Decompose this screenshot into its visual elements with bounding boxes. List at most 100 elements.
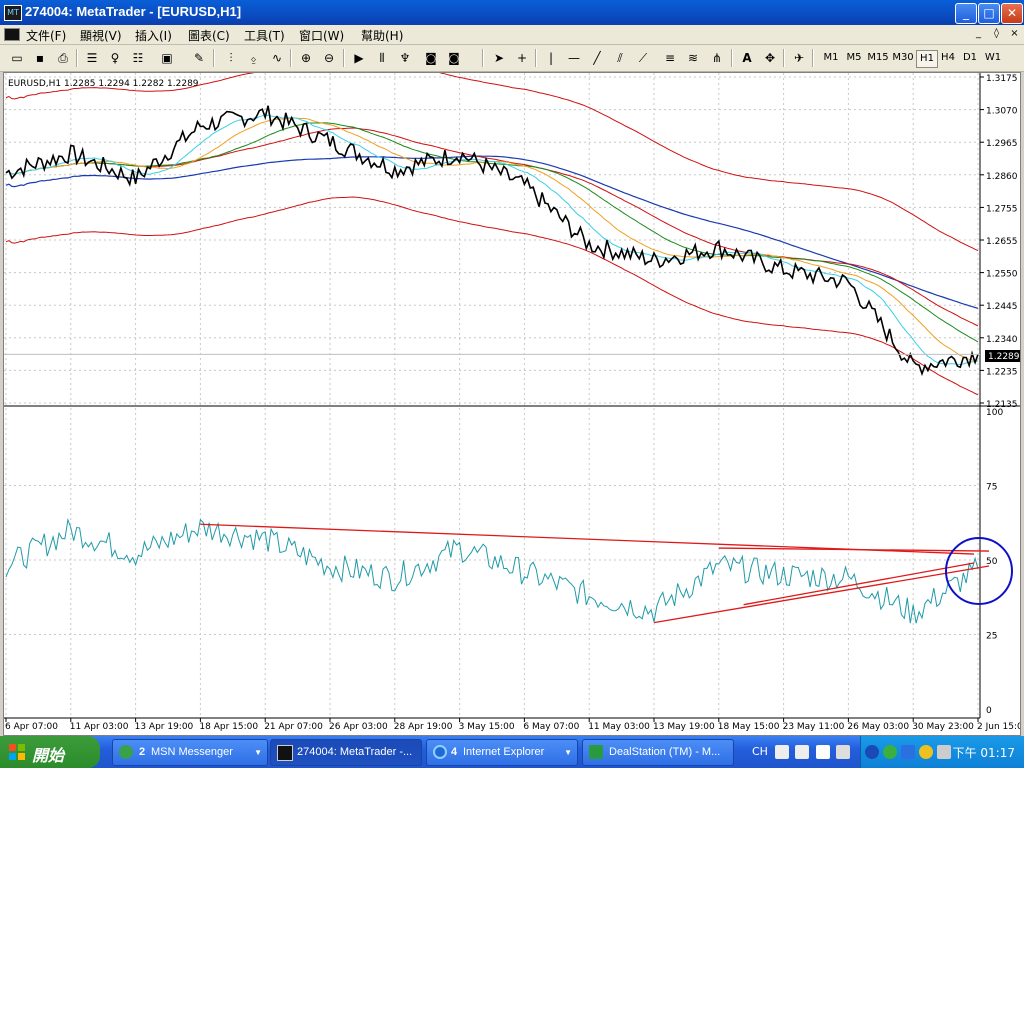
menu-help[interactable]: 幫助(H) [361, 27, 403, 44]
task-dealstation[interactable]: DealStation (TM) - M... [582, 739, 734, 766]
timeframe-m1[interactable]: M1 [820, 50, 842, 66]
crosshair-icon[interactable]: + [513, 49, 531, 67]
volume-icon[interactable] [937, 745, 951, 759]
eurusd-chart[interactable]: EURUSD,H1 1.2285 1.2294 1.2282 1.2289 1.… [4, 73, 1020, 735]
ime-pad-icon[interactable] [816, 745, 830, 759]
menu-window[interactable]: 窗口(W) [299, 27, 344, 44]
vertical-line-icon[interactable]: | [542, 49, 560, 67]
task-label: Internet Explorer [463, 746, 545, 758]
menu-insert[interactable]: 插入(I) [135, 27, 172, 44]
ime-mode-icon[interactable] [795, 745, 809, 759]
time-tick-label: 3 May 15:00 [459, 722, 515, 732]
close-button[interactable]: ✕ [1001, 3, 1023, 24]
language-indicator[interactable]: CH [752, 745, 768, 758]
clock: 下午 01:17 [952, 746, 1015, 760]
security-icon[interactable] [919, 745, 933, 759]
print-icon[interactable]: ⎙ [54, 49, 72, 67]
bar-chart-icon[interactable]: ⫶ [222, 49, 240, 67]
time-tick-label: 18 Apr 15:00 [199, 722, 258, 732]
periods-icon[interactable]: ◙ [422, 49, 440, 67]
menu-view[interactable]: 顯視(V) [80, 27, 122, 44]
minimize-button[interactable]: _ [955, 3, 977, 24]
windows-logo-icon [9, 744, 25, 760]
price-tick-label: 1.2965 [986, 139, 1018, 149]
task-metatrader[interactable]: 274004: MetaTrader -... [270, 739, 422, 766]
title-bar[interactable]: MT 274004: MetaTrader - [EURUSD,H1] _ □ … [0, 0, 1024, 25]
mdi-minimize-button[interactable]: _ [972, 28, 985, 40]
price-tick-label: 1.2655 [986, 237, 1018, 247]
line-chart-icon[interactable]: ∿ [268, 49, 286, 67]
task-label: DealStation (TM) - M... [609, 746, 721, 758]
price-tick-label: 1.2235 [986, 367, 1018, 377]
time-tick-label: 6 Apr 07:00 [5, 722, 58, 732]
maximize-button[interactable]: □ [978, 3, 1000, 24]
period-icon[interactable]: ✈ [790, 49, 808, 67]
timeframe-m5[interactable]: M5 [843, 50, 865, 66]
start-label: 開始 [32, 746, 65, 765]
msn-tray-icon[interactable] [883, 745, 897, 759]
new-file-icon[interactable]: ▭ [8, 49, 26, 67]
envelope-middle-line [5, 127, 979, 327]
time-tick-label: 26 Apr 03:00 [329, 722, 388, 732]
timeframe-h4[interactable]: H4 [938, 50, 958, 66]
market-watch-icon[interactable]: ☰ [83, 49, 101, 67]
mdi-restore-button[interactable]: ◊ [990, 28, 1003, 40]
menu-tools[interactable]: 工具(T) [244, 27, 285, 44]
chevron-down-icon: ▼ [254, 748, 262, 757]
fibo-fan-icon[interactable]: ≋ [684, 49, 702, 67]
ime-settings-icon[interactable] [836, 745, 850, 759]
indicators-icon[interactable]: ♆ [396, 49, 414, 67]
oscillator-tick-label: 100 [986, 408, 1003, 418]
price-tick-label: 1.2860 [986, 172, 1018, 182]
candlestick-icon[interactable]: ⍚ [245, 49, 263, 67]
fibo-arcs-icon[interactable]: ⋔ [708, 49, 726, 67]
menu-file[interactable]: 文件(F) [26, 27, 66, 44]
zoom-in-icon[interactable]: ⊕ [297, 49, 315, 67]
symbol-info: EURUSD,H1 1.2285 1.2294 1.2282 1.2289 [8, 79, 199, 89]
expert-advisors-icon[interactable]: ✎ [190, 49, 208, 67]
tray-expand-icon[interactable] [865, 745, 879, 759]
horizontal-line-icon[interactable]: — [565, 49, 583, 67]
ma-blue-line [5, 155, 979, 309]
timeframe-m15[interactable]: M15 [866, 50, 890, 66]
price-tick-label: 1.3070 [986, 107, 1018, 117]
task-msn-messenger[interactable]: 2 MSN Messenger ▼ [112, 739, 268, 766]
chevron-down-icon: ▼ [564, 748, 572, 757]
envelope-lower-line [5, 196, 979, 396]
equidistant-channel-icon[interactable]: ⫽ [611, 49, 629, 67]
ma-orange-line [5, 117, 979, 362]
menu-charts[interactable]: 圖表(C) [188, 27, 230, 44]
timeframe-m30[interactable]: M30 [891, 50, 915, 66]
oscillator-tick-label: 25 [986, 632, 997, 642]
mdi-close-button[interactable]: × [1008, 28, 1021, 40]
arrows-icon[interactable]: ✥ [761, 49, 779, 67]
fibonacci-icon[interactable]: ≡ [661, 49, 679, 67]
text-tool-icon[interactable]: A [738, 49, 756, 67]
chart-window-icon[interactable] [4, 28, 20, 41]
start-button[interactable]: 開始 [0, 736, 100, 768]
task-label: 274004: MetaTrader -... [297, 746, 413, 758]
timeframe-w1[interactable]: W1 [982, 50, 1004, 66]
chart-shift-icon[interactable]: ⫴ [373, 49, 391, 67]
time-tick-label: 11 Apr 03:00 [70, 722, 129, 732]
templates-icon[interactable]: ◙ [445, 49, 463, 67]
terminal-icon[interactable]: ▣ [158, 49, 176, 67]
system-tray: 下午 01:17 [860, 736, 1024, 768]
price-tick-label: 1.2755 [986, 204, 1018, 214]
data-window-icon[interactable]: ♀ [106, 49, 124, 67]
network-icon[interactable] [901, 745, 915, 759]
task-internet-explorer[interactable]: 4 Internet Explorer ▼ [426, 739, 578, 766]
ime-icon[interactable] [775, 745, 789, 759]
navigator-icon[interactable]: ☷ [129, 49, 147, 67]
zoom-out-icon[interactable]: ⊖ [320, 49, 338, 67]
timeframe-h1[interactable]: H1 [916, 50, 938, 68]
trendline-icon[interactable]: ╱ [588, 49, 606, 67]
gann-fan-icon[interactable]: ⟋ [634, 49, 652, 67]
cursor-icon[interactable]: ➤ [490, 49, 508, 67]
auto-scroll-icon[interactable]: ▶ [350, 49, 368, 67]
time-tick-label: 11 May 03:00 [588, 722, 650, 732]
save-icon[interactable]: ▪ [31, 49, 49, 67]
timeframe-d1[interactable]: D1 [960, 50, 980, 66]
oscillator-tick-label: 0 [986, 706, 992, 716]
chart-window[interactable]: EURUSD,H1 1.2285 1.2294 1.2282 1.2289 1.… [3, 72, 1021, 736]
